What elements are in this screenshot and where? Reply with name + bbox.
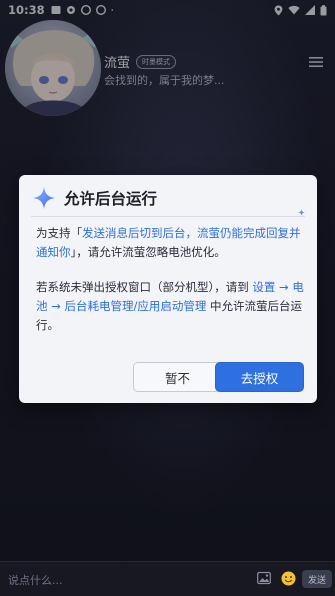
send-button[interactable]: 发送 [302, 570, 332, 588]
message-input[interactable] [6, 567, 250, 593]
para2-prefix: 若系统未弹出授权窗口（部分机型），请到 [36, 280, 253, 294]
title-divider [31, 216, 305, 217]
message-composer: 发送 [0, 561, 335, 596]
dialog-paragraph-1: 为支持「发送消息后切到后台，流萤仍能完成回复并通知你」，请允许流萤忽略电池优化。 [36, 224, 304, 262]
image-icon[interactable] [257, 571, 271, 585]
para1-prefix: 为支持「 [36, 226, 82, 240]
emoji-icon[interactable] [281, 571, 296, 586]
dialog-paragraph-2: 若系统未弹出授权窗口（部分机型），请到 设置 → 电池 → 后台耗电管理/应用启… [36, 278, 304, 335]
authorize-button[interactable]: 去授权 [215, 362, 304, 392]
not-now-button[interactable]: 暂不 [133, 362, 222, 392]
dialog-title: 允许后台运行 [64, 190, 158, 208]
small-sparkle-icon [298, 209, 305, 216]
sparkle-icon [33, 187, 55, 209]
background-permission-dialog: 允许后台运行 为支持「发送消息后切到后台，流萤仍能完成回复并通知你」，请允许流萤… [19, 175, 317, 403]
para1-suffix: 」，请允许流萤忽略电池优化。 [70, 245, 226, 259]
